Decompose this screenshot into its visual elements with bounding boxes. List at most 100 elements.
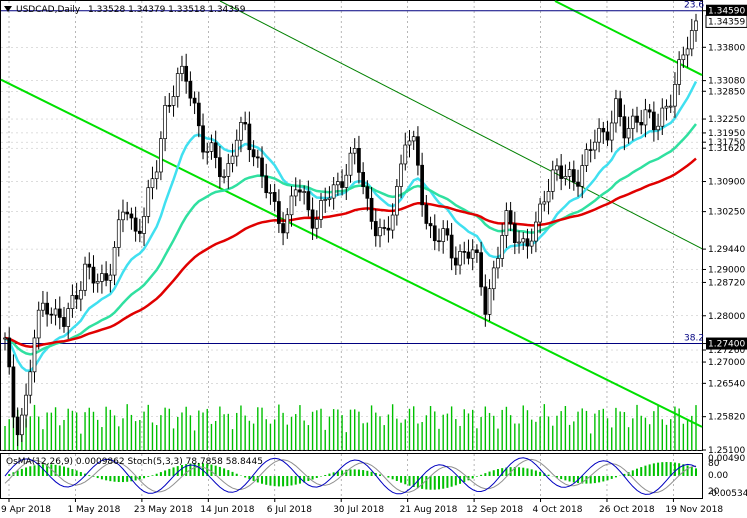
price-tick-label: 1.32250 <box>708 115 745 125</box>
candle-body <box>453 257 458 266</box>
time-tick-label: 21 Aug 2018 <box>400 505 458 515</box>
candle-body <box>348 152 353 176</box>
candle-body <box>504 210 509 236</box>
candle-body <box>32 337 37 373</box>
osc-tick-label: 20 <box>708 487 720 497</box>
candle-body <box>382 227 387 229</box>
candle-body <box>264 175 269 194</box>
main-panel-frame <box>0 0 703 451</box>
candle-body <box>458 251 462 266</box>
price-tick-label: 1.29440 <box>708 245 745 255</box>
osc-axis: 0.004900.00-0.0053498020 <box>708 454 747 499</box>
time-tick-label: 4 Oct 2018 <box>533 505 583 515</box>
price-chart[interactable]: 23.638.2 1.345901.338001.330801.328501.3… <box>0 0 747 518</box>
candle-body <box>361 172 365 187</box>
candle-body <box>639 122 644 126</box>
candle-body <box>24 394 28 416</box>
price-tick-label: 1.29000 <box>708 265 745 275</box>
candle-body <box>652 111 656 131</box>
candle-body <box>673 83 677 107</box>
candle-body <box>344 174 349 188</box>
candle-body <box>268 192 273 194</box>
candle-body <box>487 288 492 315</box>
candle-body <box>618 98 623 118</box>
candle-body <box>28 371 33 396</box>
candle-body <box>609 122 614 141</box>
candle-body <box>635 115 639 123</box>
candle-body <box>45 302 49 315</box>
candle-body <box>466 251 471 259</box>
candle-body <box>437 240 441 243</box>
candle-body <box>626 128 631 139</box>
candle-body <box>365 186 370 199</box>
candle-body <box>622 116 627 139</box>
candle-body <box>614 98 618 124</box>
candle-body <box>116 219 121 248</box>
candle-body <box>470 249 475 259</box>
candle-body <box>664 105 669 109</box>
candle-body <box>432 225 437 242</box>
candle-body <box>352 148 357 154</box>
candle-body <box>41 302 45 311</box>
candle-body <box>420 164 424 206</box>
candle-body <box>159 138 163 173</box>
candle-body <box>681 54 686 61</box>
candle-body <box>222 176 226 178</box>
symbol-timeframe: USDCAD,Daily <box>16 5 81 15</box>
candle-body <box>357 148 361 173</box>
candle-body <box>567 169 572 177</box>
time-tick-label: 6 Jul 2018 <box>267 505 312 515</box>
price-tick-label: 1.28720 <box>708 278 745 288</box>
candle-body <box>234 139 239 157</box>
candle-body <box>205 151 210 153</box>
candle-body <box>369 197 374 222</box>
time-tick-label: 23 May 2018 <box>134 505 193 515</box>
candle-body <box>175 73 180 97</box>
candle-body <box>87 263 92 268</box>
candle-body <box>15 416 20 436</box>
candle-body <box>167 104 172 107</box>
candle-body <box>559 165 564 179</box>
candle-body <box>445 228 450 236</box>
candle-body <box>571 169 576 183</box>
candle-body <box>336 181 340 186</box>
candle-body <box>643 109 648 126</box>
time-tick-label: 14 Jun 2018 <box>200 505 254 515</box>
candle-body <box>66 308 71 327</box>
candle-body <box>218 157 222 178</box>
candle-body <box>247 123 252 151</box>
candle-body <box>91 266 96 284</box>
candle-body <box>550 169 555 192</box>
candle-body <box>525 238 530 247</box>
candle-body <box>302 191 307 193</box>
candle-body <box>78 289 83 300</box>
candle-body <box>20 414 24 436</box>
candle-body <box>424 204 429 224</box>
osc-tick-label: 0.00 <box>708 471 728 481</box>
candle-body <box>416 136 420 166</box>
candle-body <box>529 240 534 247</box>
candle-body <box>327 197 332 200</box>
candle-body <box>70 295 75 309</box>
candle-body <box>689 30 694 50</box>
candle-body <box>230 155 235 164</box>
candle-body <box>538 203 542 223</box>
candle-body <box>521 238 526 243</box>
price-tick-label: 1.33080 <box>708 77 745 87</box>
candle-body <box>508 210 513 225</box>
candle-body <box>74 295 79 300</box>
candle-body <box>319 200 323 220</box>
candle-body <box>7 337 12 368</box>
candle-body <box>285 214 290 234</box>
candle-body <box>95 281 100 284</box>
candle-body <box>150 178 155 189</box>
candle-body <box>180 65 184 74</box>
price-tick-label: 1.26540 <box>708 379 745 389</box>
candle-body <box>576 181 580 187</box>
candle-body <box>184 65 189 82</box>
candle-body <box>213 142 218 158</box>
price-tick-label: 1.30250 <box>708 208 745 218</box>
price-axis: 1.345901.338001.330801.328501.322501.319… <box>702 4 747 456</box>
candle-body <box>129 213 134 219</box>
candle-body <box>281 223 285 234</box>
